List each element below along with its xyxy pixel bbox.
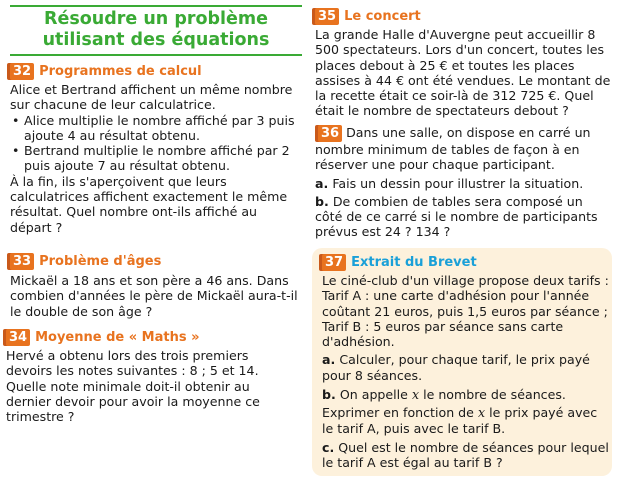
variable-x: x [411,387,420,403]
question-a: Fais un dessin pour illustrer la situati… [332,175,584,191]
exercise-33: 33 Problème d'âges Mickaël a 18 ans et s… [10,252,302,319]
variable-x: x [477,405,486,421]
exercise-text: Mickaël a 18 ans et son père a 46 ans. D… [10,273,298,319]
page-title: Résoudre un problème utilisant des équat… [10,5,302,56]
question-b-part1: On appelle [339,387,408,403]
exercise-34: 34 Moyenne de « Maths » Hervé a obtenu l… [6,328,298,424]
question-label: b. [315,193,329,209]
exercise-title: Programmes de calcul [39,63,202,79]
question-b-part2: le nombre de séances. [423,387,566,403]
question-label: a. [322,352,336,368]
question-b-part3: Exprimer en fonction de [322,405,474,421]
exercise-number: 33 [10,252,35,270]
question-label: a. [315,175,329,191]
question-label: c. [322,439,335,455]
bullet-list: Alice multiplie le nombre affiché par 3 … [10,113,302,174]
left-column: Résoudre un problème utilisant des équat… [10,0,302,56]
exercise-number: 32 [10,62,35,80]
exercise-intro: Alice et Bertrand affichent un même nomb… [10,82,293,113]
exercise-number: 37 [322,253,347,271]
question-c: Quel est le nombre de séances pour leque… [322,439,609,471]
exercise-title: Moyenne de « Maths » [35,329,200,345]
exercise-text: La grande Halle d'Auvergne peut accueill… [315,27,611,119]
list-item: Alice multiplie le nombre affiché par 3 … [10,113,302,144]
exercise-intro: Le ciné-club d'un village propose deux t… [322,273,609,288]
exercise-title: Problème d'âges [39,253,162,269]
exercise-title: Le concert [344,8,421,24]
question-a: Calculer, pour chaque tarif, le prix pay… [322,352,590,383]
exercise-32: 32 Programmes de calcul Alice et Bertran… [10,62,302,235]
exercise-text: Hervé a obtenu lors des trois premiers d… [6,348,260,425]
exercise-number: 36 [318,125,343,142]
exercise-number: 34 [6,328,31,346]
list-item: Bertrand multiplie le nombre affiché par… [10,143,302,174]
exercise-title: Extrait du Brevet [351,254,477,270]
tarif-b: Tarif B : 5 euros par séance sans carte … [322,318,564,350]
exercise-question: À la fin, ils s'aperçoivent que leurs ca… [10,173,288,235]
exercise-36: 36 Dans une salle, on dispose en carré u… [315,125,611,240]
question-label: b. [322,387,336,403]
exercise-text-first: Dans une salle, on dispose en carré [346,125,571,140]
tarif-a: Tarif A : une carte d'adhésion pour l'an… [322,288,608,319]
exercise-37: 37 Extrait du Brevet Le ciné-club d'un v… [322,253,610,471]
question-b: De combien de tables sera composé un côt… [315,193,598,240]
exercise-35: 35 Le concert La grande Halle d'Auvergne… [315,7,611,119]
exercise-number: 35 [315,7,340,25]
